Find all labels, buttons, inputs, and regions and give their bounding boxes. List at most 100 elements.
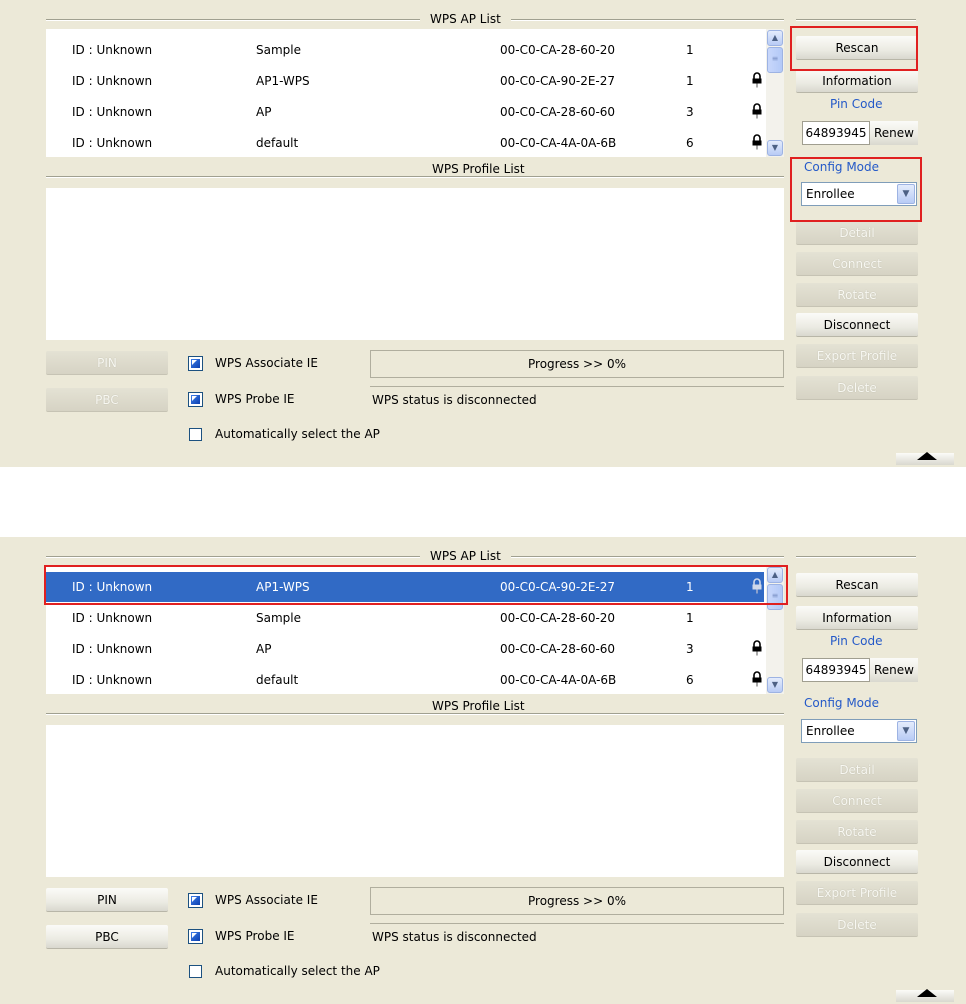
ap-row[interactable]: ID : Unknown AP 00-C0-CA-28-60-60 3 (46, 97, 764, 127)
ap-channel: 1 (686, 43, 694, 57)
ap-channel: 3 (686, 105, 694, 119)
pin-button[interactable]: PIN (46, 351, 168, 375)
profile-list-title: WPS Profile List (422, 162, 535, 176)
config-mode-select[interactable]: Enrollee ▼ (801, 719, 917, 743)
chevron-down-icon[interactable]: ▼ (897, 721, 915, 741)
ap-list-divider (46, 19, 784, 21)
scroll-down-icon[interactable]: ▼ (767, 140, 783, 156)
associate-ie-checkbox[interactable] (188, 356, 203, 371)
disconnect-button[interactable]: Disconnect (796, 850, 918, 874)
ap-row[interactable]: ID : Unknown Sample 00-C0-CA-28-60-20 1 (46, 35, 764, 65)
wps-panel-before: WPS AP List ID : Unknown Sample 00-C0-CA… (0, 0, 966, 467)
profile-list-divider (46, 713, 784, 715)
auto-select-label: Automatically select the AP (215, 427, 380, 441)
associate-ie-checkbox[interactable] (188, 893, 203, 908)
ap-row[interactable]: ID : Unknown AP1-WPS 00-C0-CA-90-2E-27 1 (46, 66, 764, 96)
export-profile-button[interactable]: Export Profile (796, 344, 918, 368)
ap-mac: 00-C0-CA-90-2E-27 (500, 74, 616, 88)
export-profile-button[interactable]: Export Profile (796, 881, 918, 905)
collapse-arrow-icon (917, 452, 937, 460)
auto-select-checkbox[interactable] (189, 965, 202, 978)
connect-button[interactable]: Connect (796, 789, 918, 813)
pin-button[interactable]: PIN (46, 888, 168, 912)
ap-channel: 6 (686, 136, 694, 150)
wps-panel-after: WPS AP List ID : Unknown AP1-WPS 00-C0-C… (0, 537, 966, 1004)
ap-channel: 3 (686, 642, 694, 656)
pin-code-label: Pin Code (830, 634, 883, 648)
delete-button[interactable]: Delete (796, 913, 918, 937)
information-button[interactable]: Information (796, 606, 918, 630)
disconnect-button[interactable]: Disconnect (796, 313, 918, 337)
profile-list-title: WPS Profile List (422, 699, 535, 713)
scroll-up-icon[interactable]: ▲ (767, 30, 783, 46)
ap-row[interactable]: ID : Unknown default 00-C0-CA-4A-0A-6B 6 (46, 128, 764, 158)
pin-code-field[interactable]: 64893945 (802, 121, 870, 145)
ap-row[interactable]: ID : Unknown AP 00-C0-CA-28-60-60 3 (46, 634, 764, 664)
ap-channel: 1 (686, 611, 694, 625)
information-button[interactable]: Information (796, 69, 918, 93)
collapse-arrow-icon (917, 989, 937, 997)
ap-list-title: WPS AP List (420, 549, 511, 563)
ap-id: ID : Unknown (72, 43, 153, 57)
ap-id: ID : Unknown (72, 105, 153, 119)
detail-button[interactable]: Detail (796, 758, 918, 782)
scroll-thumb[interactable]: ≡ (767, 47, 783, 73)
rescan-button[interactable]: Rescan (796, 573, 918, 597)
ap-ssid: default (256, 673, 299, 687)
probe-ie-label: WPS Probe IE (215, 929, 295, 943)
highlight-config-mode (790, 157, 922, 222)
ap-list-title: WPS AP List (420, 12, 511, 26)
detail-button[interactable]: Detail (796, 221, 918, 245)
ap-mac: 00-C0-CA-28-60-60 (500, 642, 616, 656)
ap-list-divider-right (796, 19, 916, 21)
lock-icon (752, 103, 762, 122)
wps-ap-list[interactable]: ID : Unknown Sample 00-C0-CA-28-60-20 1 … (46, 29, 784, 157)
ap-ssid: Sample (256, 43, 301, 57)
ap-row[interactable]: ID : Unknown default 00-C0-CA-4A-0A-6B 6 (46, 665, 764, 695)
renew-button[interactable]: Renew (870, 658, 918, 682)
ap-mac: 00-C0-CA-4A-0A-6B (500, 673, 617, 687)
probe-ie-checkbox[interactable] (188, 929, 203, 944)
lock-icon (752, 72, 762, 91)
pin-code-field[interactable]: 64893945 (802, 658, 870, 682)
ap-ssid: default (256, 136, 299, 150)
delete-button[interactable]: Delete (796, 376, 918, 400)
highlight-rescan (790, 26, 918, 71)
probe-ie-checkbox[interactable] (188, 392, 203, 407)
wps-profile-list[interactable] (46, 725, 784, 877)
associate-ie-label: WPS Associate IE (215, 356, 318, 370)
associate-ie-label: WPS Associate IE (215, 893, 318, 907)
progress-bar: Progress >> 0% (370, 350, 784, 378)
ap-mac: 00-C0-CA-28-60-20 (500, 43, 616, 57)
auto-select-checkbox[interactable] (189, 428, 202, 441)
connect-button[interactable]: Connect (796, 252, 918, 276)
ap-id: ID : Unknown (72, 136, 153, 150)
pin-code-label: Pin Code (830, 97, 883, 111)
scroll-down-icon[interactable]: ▼ (767, 677, 783, 693)
rotate-button[interactable]: Rotate (796, 820, 918, 844)
ap-row[interactable]: ID : Unknown Sample 00-C0-CA-28-60-20 1 (46, 603, 764, 633)
pbc-button[interactable]: PBC (46, 925, 168, 949)
lock-icon (752, 640, 762, 659)
renew-button[interactable]: Renew (870, 121, 918, 145)
progress-bar: Progress >> 0% (370, 887, 784, 915)
ap-id: ID : Unknown (72, 642, 153, 656)
ap-id: ID : Unknown (72, 611, 153, 625)
wps-profile-list[interactable] (46, 188, 784, 340)
ap-list-divider-right (796, 556, 916, 558)
config-mode-value: Enrollee (806, 724, 855, 738)
ap-ssid: AP (256, 642, 272, 656)
ap-list-scrollbar[interactable]: ▲ ≡ ▼ (766, 29, 784, 157)
ap-ssid: AP1-WPS (256, 74, 310, 88)
rotate-button[interactable]: Rotate (796, 283, 918, 307)
ap-id: ID : Unknown (72, 673, 153, 687)
ap-mac: 00-C0-CA-28-60-20 (500, 611, 616, 625)
ap-list-divider (46, 556, 784, 558)
profile-list-divider (46, 176, 784, 178)
wps-status: WPS status is disconnected (370, 386, 784, 414)
pbc-button[interactable]: PBC (46, 388, 168, 412)
wps-status: WPS status is disconnected (370, 923, 784, 951)
ap-channel: 6 (686, 673, 694, 687)
highlight-selected-ap (44, 565, 788, 605)
ap-channel: 1 (686, 74, 694, 88)
